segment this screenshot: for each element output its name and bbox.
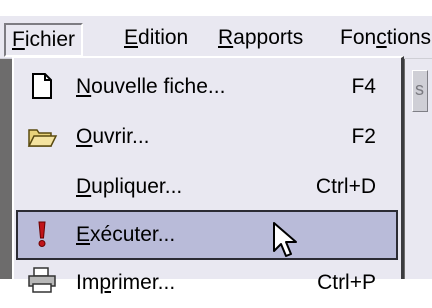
background-partial-label: s [415, 79, 424, 99]
menu-edition-label: dition [138, 26, 189, 49]
menu-item-ouvrir[interactable]: Ouvrir... F2 [16, 112, 398, 162]
menu-fichier[interactable]: Fichier [4, 23, 84, 57]
menu-item-mnemonic: E [76, 223, 91, 246]
menu-edition-mnemonic: E [124, 26, 139, 49]
mouse-pointer-icon [273, 222, 297, 257]
menu-fonctions-label: tions [386, 26, 432, 49]
menu-item-executer[interactable]: Exécuter... [16, 210, 398, 260]
menu-item-label: upliquer... [91, 175, 183, 198]
menu-fichier-label: ichier [24, 28, 76, 51]
menu-item-label: rimer... [111, 271, 176, 294]
menu-item-shortcut: F2 [351, 125, 376, 148]
menu-fonctions[interactable]: Fonctions [334, 23, 432, 53]
menu-item-shortcut: Ctrl+D [315, 175, 376, 198]
menu-fichier-mnemonic: F [12, 28, 25, 51]
open-folder-icon [26, 120, 58, 152]
menu-item-mnemonic: O [76, 125, 93, 148]
menu-item-label: uvrir... [92, 125, 150, 148]
printer-icon [26, 264, 58, 296]
menu-item-label: xécuter... [90, 223, 176, 246]
fichier-dropdown-menu: Nouvelle fiche... F4 Ouvrir... F2 Dupliq… [12, 56, 404, 294]
menu-item-imprimer[interactable]: Imprimer... Ctrl+P [16, 258, 398, 308]
menu-item-shortcut: F4 [351, 75, 376, 98]
menu-edition[interactable]: Edition [118, 23, 194, 53]
menu-rapports[interactable]: Rapports [212, 23, 309, 53]
menu-bar: Fichier Edition Rapports Fonctions [0, 16, 432, 59]
execute-exclamation-icon [26, 218, 58, 250]
menu-fonctions-prefix: Fon [340, 26, 377, 49]
menu-item-mnemonic: N [76, 75, 92, 98]
menu-item-mnemonic: D [76, 175, 92, 198]
menu-fonctions-mnemonic: c [376, 26, 387, 49]
menu-item-shortcut: Ctrl+P [317, 271, 376, 294]
menu-item-mnemonic: p [99, 271, 112, 294]
new-document-icon [26, 70, 58, 102]
menu-item-dupliquer[interactable]: Dupliquer... Ctrl+D [16, 162, 398, 212]
menu-item-nouvelle-fiche[interactable]: Nouvelle fiche... F4 [16, 62, 398, 112]
menu-item-prefix: Im [76, 271, 100, 294]
menu-rapports-mnemonic: R [218, 26, 234, 49]
menu-rapports-label: apports [233, 26, 304, 49]
background-toolbar-button: s [412, 70, 428, 112]
menu-item-label: ouvelle fiche... [91, 75, 226, 98]
